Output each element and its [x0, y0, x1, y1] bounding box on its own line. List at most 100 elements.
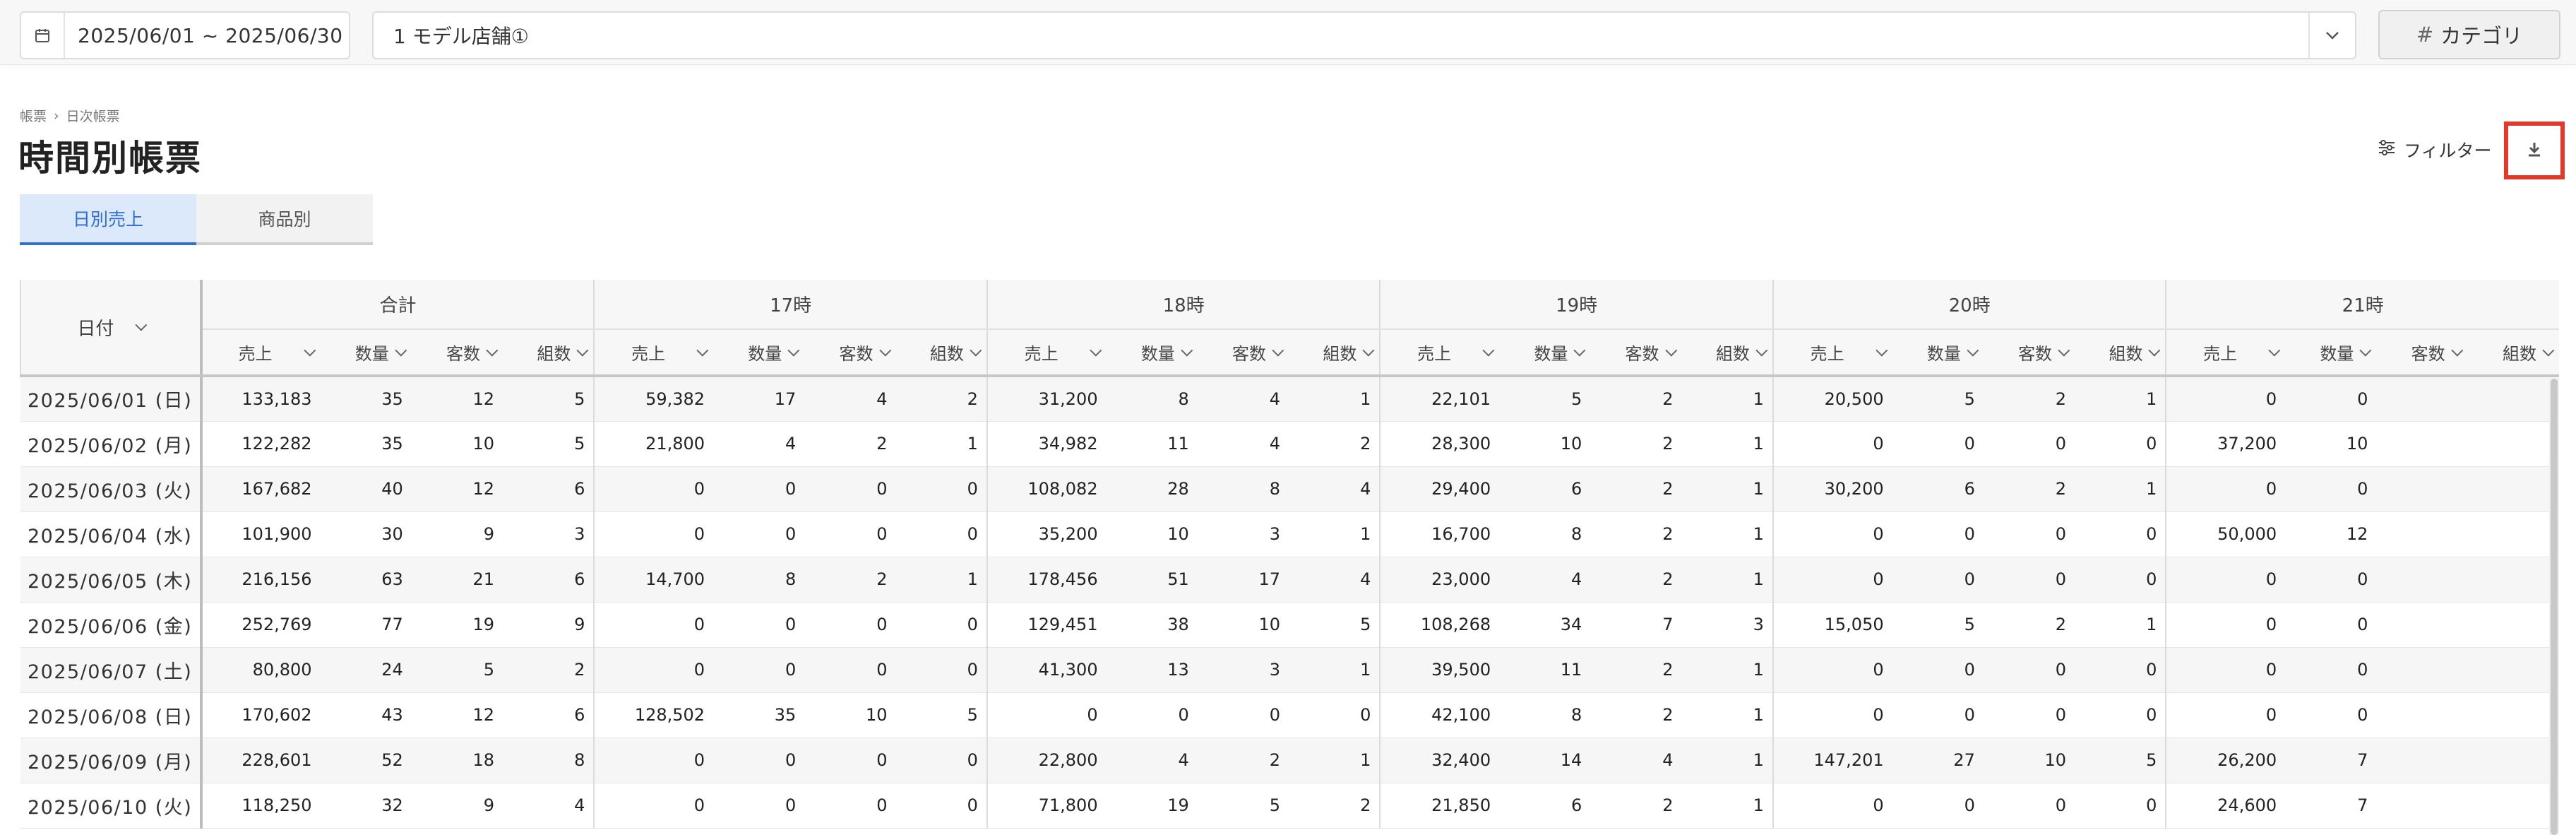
vertical-scrollbar[interactable] — [2549, 379, 2559, 835]
table-row[interactable]: 2025/06/05 (木) 216,156 63 21 6 14,700 8 2 1 178,4… — [20, 557, 2559, 603]
value-cell: 1 — [1289, 738, 1381, 783]
value-cell: 0 — [1983, 557, 2075, 603]
metric-header[interactable]: 客数 — [2376, 329, 2468, 377]
value-cell — [2376, 421, 2468, 467]
value-cell: 40 — [320, 466, 412, 512]
value-cell: 133,183 — [200, 376, 321, 422]
table-row[interactable]: 2025/06/07 (土) 80,800 24 5 2 0 0 0 0 41,300 13 3 1 39… — [20, 647, 2559, 693]
value-cell: 3 — [1681, 602, 1773, 648]
value-cell: 9 — [411, 511, 503, 557]
value-cell: 0 — [1772, 647, 1892, 693]
store-select-value: 1 モデル店舗① — [393, 25, 529, 48]
table-row[interactable]: 2025/06/01 (日) 133,183 35 12 5 59,382 17 4 2 31,2… — [20, 376, 2559, 422]
metric-header-label: 売上 — [2203, 344, 2238, 364]
metric-header[interactable]: 売上 — [2165, 329, 2286, 377]
value-cell: 118,250 — [200, 783, 321, 829]
metric-header[interactable]: 売上 — [1772, 329, 1892, 377]
value-cell: 6 — [1499, 783, 1591, 829]
table-row[interactable]: 2025/06/06 (金) 252,769 77 19 9 0 0 0 0 129,451 38 1… — [20, 602, 2559, 648]
value-cell: 0 — [713, 783, 805, 829]
value-cell: 0 — [804, 602, 896, 648]
metric-header[interactable]: 組数 — [895, 329, 987, 377]
metric-header[interactable]: 売上 — [200, 329, 321, 377]
table-row[interactable]: 2025/06/02 (月) 122,282 35 10 5 21,800 4 2 1 34,98… — [20, 421, 2559, 467]
value-cell: 2 — [1983, 602, 2075, 648]
metric-header-label: 組数 — [2109, 344, 2143, 364]
value-cell: 2 — [1590, 466, 1682, 512]
metric-header[interactable]: 組数 — [503, 329, 595, 377]
metric-header[interactable]: 組数 — [1681, 329, 1773, 377]
metric-header[interactable]: 数量 — [1106, 329, 1198, 377]
table-row[interactable]: 2025/06/09 (月) 228,601 52 18 8 0 0 0 0 22,800 4 2 1 3… — [20, 738, 2559, 783]
table-row[interactable]: 2025/06/10 (火) 118,250 32 9 4 0 0 0 0 71,800 19 5 2 2… — [20, 783, 2559, 829]
value-cell: 0 — [2075, 511, 2166, 557]
value-cell: 228,601 — [200, 738, 321, 783]
table-row[interactable]: 2025/06/03 (火) 167,682 40 12 6 0 0 0 0 108,082 28 8… — [20, 466, 2559, 512]
metric-header-label: 客数 — [2411, 344, 2445, 364]
chevron-down-icon[interactable] — [2308, 13, 2355, 58]
metric-header[interactable]: 数量 — [2285, 329, 2377, 377]
metric-header[interactable]: 売上 — [593, 329, 714, 377]
value-cell: 21 — [411, 557, 503, 603]
value-cell: 0 — [2165, 692, 2286, 738]
value-cell: 0 — [593, 738, 714, 783]
value-cell: 2 — [1590, 511, 1682, 557]
value-cell: 0 — [1892, 692, 1984, 738]
metric-header[interactable]: 数量 — [320, 329, 412, 377]
metric-header[interactable]: 組数 — [2075, 329, 2166, 377]
value-cell: 6 — [1499, 466, 1591, 512]
metric-header[interactable]: 客数 — [1590, 329, 1682, 377]
value-cell: 6 — [503, 557, 595, 603]
chevron-down-icon — [970, 344, 982, 357]
metric-header-label: 組数 — [1715, 344, 1750, 364]
value-cell: 0 — [2165, 647, 2286, 693]
value-cell: 4 — [1289, 466, 1381, 512]
table-row[interactable]: 2025/06/04 (水) 101,900 30 9 3 0 0 0 0 35,200 10 3 1 1… — [20, 511, 2559, 557]
value-cell: 1 — [2075, 376, 2166, 422]
date-column-header[interactable]: 日付 — [20, 280, 203, 377]
value-cell: 37,200 — [2165, 421, 2286, 467]
metric-header[interactable]: 数量 — [1892, 329, 1984, 377]
tab-by-product[interactable]: 商品別 — [196, 194, 373, 245]
metric-header-label: 組数 — [2503, 344, 2536, 364]
date-range-picker[interactable]: 2025/06/01 ~ 2025/06/30 — [20, 11, 350, 59]
value-cell: 0 — [1892, 511, 1984, 557]
value-cell: 0 — [1983, 511, 2075, 557]
scrollbar-thumb[interactable] — [2551, 379, 2558, 835]
breadcrumb-item-reports[interactable]: 帳票 — [20, 106, 47, 125]
value-cell — [2467, 376, 2559, 422]
value-cell: 63 — [320, 557, 412, 603]
metric-header[interactable]: 客数 — [411, 329, 503, 377]
metric-header[interactable]: 売上 — [1379, 329, 1500, 377]
value-cell: 5 — [1197, 783, 1289, 829]
value-cell: 6 — [1892, 466, 1984, 512]
chevron-down-icon — [1755, 344, 1768, 357]
metric-header[interactable]: 数量 — [1499, 329, 1591, 377]
breadcrumb-item-daily[interactable]: 日次帳票 — [66, 106, 120, 125]
value-cell: 1 — [1289, 647, 1381, 693]
value-cell: 0 — [1892, 647, 1984, 693]
tab-daily-sales[interactable]: 日別売上 — [20, 194, 196, 245]
value-cell: 4 — [713, 421, 805, 467]
value-cell: 0 — [593, 783, 714, 829]
metric-header[interactable]: 客数 — [804, 329, 896, 377]
value-cell — [2467, 692, 2559, 738]
metric-header[interactable]: 組数 — [2467, 329, 2559, 377]
metric-header[interactable]: 売上 — [986, 329, 1107, 377]
download-button[interactable] — [2504, 122, 2565, 179]
value-cell: 2 — [895, 376, 987, 422]
category-button[interactable]: # カテゴリ — [2378, 10, 2560, 59]
value-cell: 8 — [503, 738, 595, 783]
metric-header[interactable]: 客数 — [1197, 329, 1289, 377]
table-row[interactable]: 2025/06/08 (日) 170,602 43 12 6 128,502 35 10 5 0 0… — [20, 692, 2559, 738]
store-select[interactable]: 1 モデル店舗① — [372, 11, 2356, 59]
metric-header[interactable]: 組数 — [1289, 329, 1381, 377]
value-cell: 13 — [1106, 647, 1198, 693]
metric-header[interactable]: 数量 — [713, 329, 805, 377]
metric-header[interactable]: 客数 — [1983, 329, 2075, 377]
hash-icon: # — [2416, 23, 2434, 47]
value-cell: 30 — [320, 511, 412, 557]
filter-button[interactable]: フィルター — [2377, 134, 2492, 165]
value-cell: 14 — [1499, 738, 1591, 783]
value-cell: 122,282 — [200, 421, 321, 467]
